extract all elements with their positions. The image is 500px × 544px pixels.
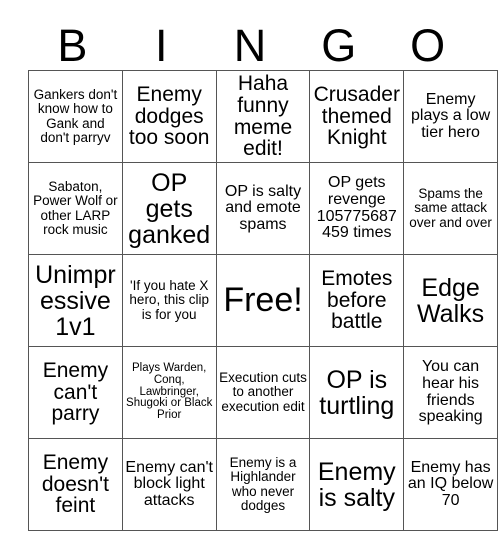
bingo-cell-text: Enemy plays a low tier hero bbox=[411, 90, 491, 141]
bingo-cell[interactable]: You can hear his friends speaking bbox=[403, 346, 498, 439]
bingo-cell-free[interactable]: Free! bbox=[215, 254, 311, 347]
bingo-cell[interactable]: Emotes before battle bbox=[309, 254, 405, 347]
bingo-cell[interactable]: Haha funny meme edit! bbox=[215, 70, 311, 163]
bingo-cell-text: Enemy can't parry bbox=[42, 358, 109, 426]
bingo-cell[interactable]: Enemy plays a low tier hero bbox=[403, 70, 498, 163]
bingo-cell-text: Spams the same attack over and over bbox=[409, 186, 492, 230]
bingo-cell-text: OP is salty and emote spams bbox=[224, 182, 302, 233]
bingo-cell-text: Crusader themed Knight bbox=[313, 82, 400, 150]
bingo-row: Sabaton, Power Wolf or other LARP rock m… bbox=[28, 162, 498, 255]
bingo-cell[interactable]: Enemy is a Highlander who never dodges bbox=[215, 438, 311, 531]
bingo-card: B I N G O Gankers don't know how to Gank… bbox=[28, 14, 498, 531]
bingo-cell[interactable]: Enemy is salty bbox=[309, 438, 405, 531]
bingo-header-letter-o: O bbox=[410, 20, 446, 71]
bingo-cell[interactable]: Enemy has an IQ below 70 bbox=[403, 438, 498, 531]
bingo-cell-text: Enemy is a Highlander who never dodges bbox=[229, 455, 297, 513]
bingo-cell-text: Edge Walks bbox=[417, 273, 485, 328]
bingo-row: Gankers don't know how to Gank and don't… bbox=[28, 70, 498, 163]
bingo-cell-text: OP gets revenge 105775687459 times bbox=[316, 174, 397, 242]
bingo-cell[interactable]: Execution cuts to another execution edit bbox=[215, 346, 311, 439]
bingo-cell-text: 'If you hate X hero, this clip is for yo… bbox=[129, 278, 209, 322]
bingo-cell[interactable]: Enemy can't parry bbox=[28, 346, 123, 439]
bingo-cell-text: Sabaton, Power Wolf or other LARP rock m… bbox=[33, 179, 118, 237]
bingo-cell-text: Free! bbox=[223, 280, 303, 319]
bingo-header-letter-g: G bbox=[321, 20, 357, 71]
bingo-cell[interactable]: Enemy doesn't feint bbox=[28, 438, 123, 531]
bingo-cell[interactable]: 'If you hate X hero, this clip is for yo… bbox=[121, 254, 217, 347]
bingo-cell-text: Enemy can't block light attacks bbox=[125, 458, 213, 509]
bingo-cell-text: Emotes before battle bbox=[321, 266, 393, 334]
bingo-cell-text: OP is turtling bbox=[319, 365, 395, 420]
bingo-grid: Gankers don't know how to Gank and don't… bbox=[28, 70, 498, 531]
bingo-header-letter-n: N bbox=[233, 20, 267, 71]
bingo-cell-text: Gankers don't know how to Gank and don't… bbox=[33, 87, 118, 145]
bingo-cell-text: OP gets ganked bbox=[128, 168, 211, 249]
bingo-cell[interactable]: OP gets revenge 105775687459 times bbox=[309, 162, 405, 255]
bingo-cell-text: Unimpressive 1v1 bbox=[35, 260, 116, 341]
bingo-row: Unimpressive 1v1 'If you hate X hero, th… bbox=[28, 254, 498, 347]
bingo-row: Enemy can't parry Plays Warden, Conq, La… bbox=[28, 346, 498, 439]
bingo-cell[interactable]: OP gets ganked bbox=[121, 162, 217, 255]
bingo-cell-text: Enemy dodges too soon bbox=[128, 82, 210, 150]
bingo-cell[interactable]: Unimpressive 1v1 bbox=[28, 254, 123, 347]
bingo-cell[interactable]: Edge Walks bbox=[403, 254, 498, 347]
bingo-header: B I N G O bbox=[28, 14, 472, 70]
bingo-row: Enemy doesn't feint Enemy can't block li… bbox=[28, 438, 498, 531]
bingo-cell-text: Haha funny meme edit! bbox=[233, 71, 293, 161]
bingo-cell-text: Enemy is salty bbox=[317, 457, 396, 512]
bingo-cell[interactable]: Spams the same attack over and over bbox=[403, 162, 498, 255]
bingo-cell-text: Execution cuts to another execution edit bbox=[219, 370, 307, 414]
bingo-cell[interactable]: Plays Warden, Conq, Lawbringer, Shugoki … bbox=[121, 346, 217, 439]
bingo-cell-text: You can hear his friends speaking bbox=[418, 358, 483, 426]
bingo-cell[interactable]: OP is turtling bbox=[309, 346, 405, 439]
bingo-cell-text: Enemy has an IQ below 70 bbox=[407, 458, 494, 509]
bingo-cell-text: Enemy doesn't feint bbox=[41, 450, 109, 518]
bingo-cell[interactable]: Enemy can't block light attacks bbox=[121, 438, 217, 531]
bingo-cell[interactable]: Gankers don't know how to Gank and don't… bbox=[28, 70, 123, 163]
bingo-header-letter-i: I bbox=[154, 20, 168, 71]
bingo-cell-text: Plays Warden, Conq, Lawbringer, Shugoki … bbox=[126, 361, 213, 422]
bingo-cell[interactable]: Crusader themed Knight bbox=[309, 70, 405, 163]
bingo-cell[interactable]: Enemy dodges too soon bbox=[121, 70, 217, 163]
bingo-cell[interactable]: OP is salty and emote spams bbox=[215, 162, 311, 255]
bingo-cell[interactable]: Sabaton, Power Wolf or other LARP rock m… bbox=[28, 162, 123, 255]
bingo-header-letter-b: B bbox=[57, 20, 88, 71]
